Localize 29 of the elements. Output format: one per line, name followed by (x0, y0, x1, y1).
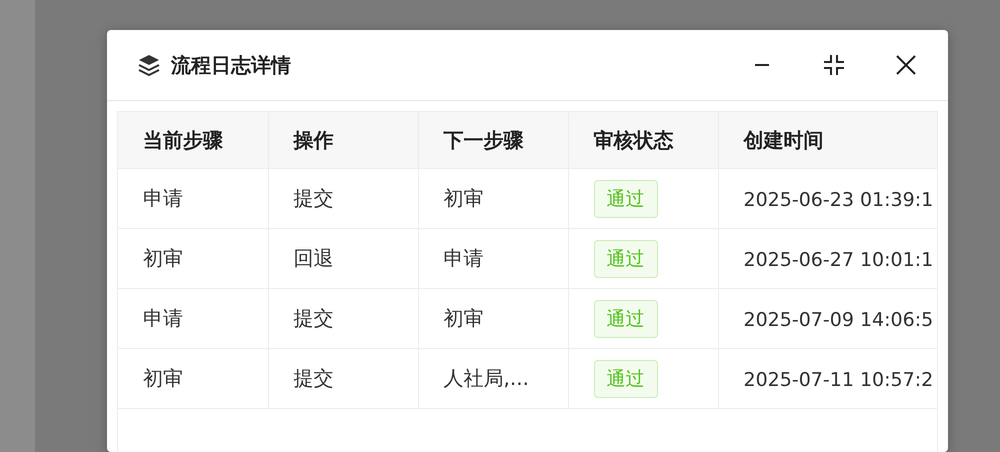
table-cell: 提交 (294, 366, 334, 390)
column-header: 操作 (294, 128, 334, 152)
column-header: 当前步骤 (143, 128, 223, 152)
layers-icon (137, 53, 161, 77)
table-cell: 人社局,... (444, 366, 529, 390)
table-cell: 申请 (444, 246, 484, 270)
table-cell: 申请 (143, 186, 183, 210)
table-cell: 提交 (294, 306, 334, 330)
table-cell: 申请 (143, 306, 183, 330)
table-cell: 初审 (143, 366, 183, 390)
table-cell: 初审 (143, 246, 183, 270)
status-tag: 通过 (594, 300, 658, 338)
table-cell: 回退 (294, 246, 334, 270)
column-header: 下一步骤 (444, 128, 524, 152)
dialog-title: 流程日志详情 (171, 52, 292, 78)
table-cell: 2025-07-09 14:06:5 (744, 308, 934, 330)
collapse-icon[interactable] (822, 53, 846, 77)
table-cell: 2025-06-27 10:01:1 (744, 248, 934, 270)
table-cell: 初审 (444, 186, 484, 210)
close-icon[interactable] (894, 53, 918, 77)
table-cell: 提交 (294, 186, 334, 210)
status-tag: 通过 (594, 240, 658, 278)
table-cell: 2025-07-11 10:57:2 (744, 368, 934, 390)
table-cell: 初审 (444, 306, 484, 330)
column-header: 创建时间 (744, 128, 824, 152)
table-cell: 2025-06-23 01:39:1 (744, 188, 934, 210)
column-header: 审核状态 (594, 128, 674, 152)
status-tag: 通过 (594, 180, 658, 218)
status-tag: 通过 (594, 360, 658, 398)
